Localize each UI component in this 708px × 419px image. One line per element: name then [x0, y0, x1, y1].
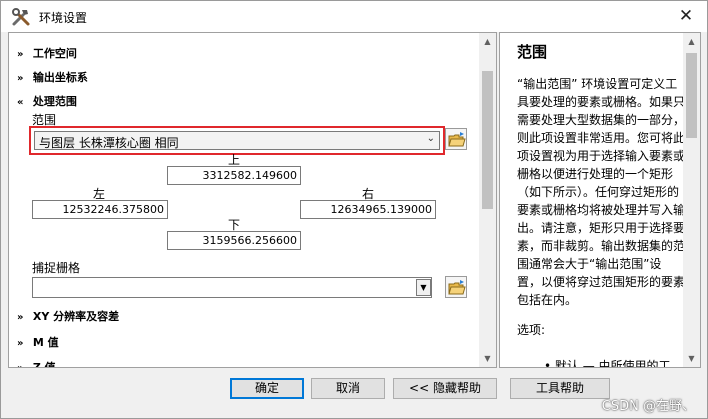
open-folder-icon [448, 280, 466, 295]
open-folder-icon [448, 132, 466, 147]
section-label: XY 分辨率及容差 [32, 310, 120, 323]
chevron-down-icon: » [17, 49, 24, 60]
snap-raster-dropdown-button[interactable]: ▼ [416, 279, 431, 296]
chevron-down-icon: ⌄ [426, 133, 435, 144]
chevron-down-icon: » [17, 312, 24, 323]
ok-button[interactable]: 确定 [230, 378, 304, 399]
tools-icon [12, 8, 30, 26]
top-coordinate-input[interactable]: 3312582.149600 [167, 166, 301, 185]
help-title: 范围 [517, 43, 548, 61]
scroll-up-icon[interactable]: ▲ [683, 33, 700, 50]
section-m-values[interactable]: » M 值 [17, 334, 59, 350]
watermark: CSDN @在野、 [601, 399, 695, 414]
chevron-down-icon: ▼ [420, 283, 427, 292]
chevron-up-icon: « [17, 97, 24, 108]
section-output-coordinates[interactable]: » 输出坐标系 [17, 69, 88, 85]
section-label: Z 值 [32, 361, 56, 368]
chevron-down-icon: » [17, 363, 29, 367]
scrollbar-thumb[interactable] [686, 53, 697, 138]
window-title: 环境设置 [39, 11, 88, 25]
bottom-coordinate-input[interactable]: 3159566.256600 [167, 231, 301, 250]
chevron-down-icon: » [17, 73, 24, 84]
section-xy-resolution[interactable]: » XY 分辨率及容差 [17, 308, 119, 324]
title-bar: 环境设置 ✕ [1, 1, 707, 32]
help-panel: 范围 “输出范围” 环境设置可定义工具要处理的要素或栅格。如果只需要处理大型数据… [499, 32, 701, 368]
cancel-button[interactable]: 取消 [311, 378, 385, 399]
browse-snap-raster-button[interactable] [445, 276, 467, 298]
scroll-down-icon[interactable]: ▼ [683, 350, 700, 367]
section-label: 处理范围 [32, 95, 77, 108]
section-label: 工作空间 [32, 47, 77, 60]
help-scrollbar[interactable]: ▲ ▼ [683, 33, 700, 367]
settings-scrollbar[interactable]: ▲ ▼ [479, 33, 496, 367]
settings-panel: » 工作空间 » 输出坐标系 « 处理范围 范围 与图层 长株潭核心圈 相同 ⌄… [8, 32, 497, 368]
scrollbar-thumb[interactable] [482, 71, 493, 209]
scroll-down-icon[interactable]: ▼ [479, 350, 496, 367]
section-z-values[interactable]: » Z 值 [17, 359, 56, 368]
chevron-down-icon: » [17, 338, 24, 349]
extent-selected-value: 与图层 长株潭核心圈 相同 [39, 136, 179, 150]
close-button[interactable]: ✕ [671, 4, 701, 28]
snap-raster-label: 捕捉栅格 [32, 261, 81, 275]
tool-help-button[interactable]: 工具帮助 [510, 378, 610, 399]
scroll-up-icon[interactable]: ▲ [479, 33, 496, 50]
extent-dropdown[interactable]: 与图层 长株潭核心圈 相同 ⌄ [34, 131, 440, 150]
help-option-item: • 默认 — 由所使用的工 [544, 359, 671, 368]
left-coordinate-input[interactable]: 12532246.375800 [32, 200, 168, 219]
section-workspace[interactable]: » 工作空间 [17, 45, 77, 61]
snap-raster-input[interactable] [32, 277, 432, 298]
section-label: M 值 [32, 336, 59, 349]
help-options-label: 选项: [517, 323, 546, 337]
right-coordinate-input[interactable]: 12634965.139000 [300, 200, 436, 219]
section-label: 输出坐标系 [32, 71, 88, 84]
browse-extent-button[interactable] [445, 128, 467, 150]
section-processing-extent[interactable]: « 处理范围 [17, 93, 77, 109]
environment-settings-dialog: 环境设置 ✕ » 工作空间 » 输出坐标系 « 处理范围 范围 与图层 长株潭核… [0, 0, 708, 419]
help-text: “输出范围” 环境设置可定义工具要处理的要素或栅格。如果只需要处理大型数据集的一… [517, 77, 686, 307]
close-icon: ✕ [678, 6, 694, 26]
hide-help-button[interactable]: << 隐藏帮助 [393, 378, 497, 399]
